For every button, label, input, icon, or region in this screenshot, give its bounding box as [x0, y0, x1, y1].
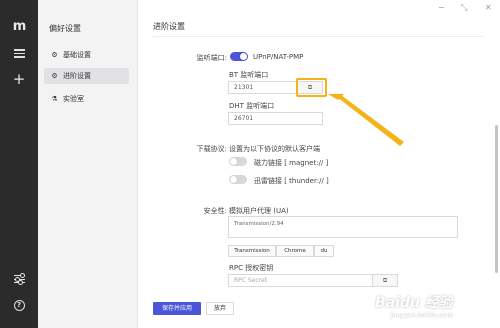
preferences-sidebar: 偏好设置 ⚙ 基础设置 ⚙ 进阶设置 ⚗ 实验室	[38, 0, 138, 328]
thunder-label: 迅雷链接 [ thunder:// ]	[254, 177, 329, 185]
app-rail: m + ?	[0, 0, 38, 328]
upnp-label: UPnP/NAT-PMP	[253, 53, 304, 61]
rpc-secret-input[interactable]: RPC Secret	[228, 274, 373, 287]
sidebar-title: 偏好设置	[49, 24, 81, 33]
sidebar-item-advanced[interactable]: ⚙ 进阶设置	[44, 68, 129, 84]
close-icon[interactable]: ✕	[485, 3, 492, 12]
dht-port-input[interactable]: 26701	[228, 112, 323, 125]
user-agent-textarea[interactable]: Transmission/2.94	[228, 216, 458, 238]
upnp-toggle[interactable]	[230, 52, 248, 61]
advanced-settings-panel: − ⤡ ✕ 进阶设置 监听端口: UPnP/NAT-PMP BT 监听端口 21…	[139, 0, 500, 328]
dht-port-label: DHT 监听端口	[229, 102, 275, 110]
flask-icon: ⚗	[51, 95, 58, 103]
save-apply-button[interactable]: 保存并应用	[153, 302, 201, 315]
protocol-label: 下载协议:	[196, 145, 227, 153]
discard-button[interactable]: 放弃	[206, 302, 234, 315]
app-logo: m	[12, 19, 27, 34]
help-icon[interactable]: ?	[0, 300, 38, 311]
listen-port-label: 监听端口:	[196, 54, 227, 62]
highlight-box	[296, 78, 327, 97]
sliders-icon: ⚙	[51, 72, 58, 80]
preferences-icon[interactable]	[0, 272, 38, 286]
minimize-icon[interactable]: −	[438, 3, 445, 12]
restore-icon[interactable]: ⤡	[461, 3, 467, 13]
ua-preset-transmission[interactable]: Transmission	[228, 245, 276, 257]
scrollbar[interactable]	[495, 125, 498, 273]
title-divider	[153, 36, 483, 37]
gear-icon: ⚙	[51, 51, 58, 59]
ua-preset-du[interactable]: du	[314, 245, 334, 257]
add-task-icon[interactable]: +	[0, 72, 38, 87]
arrow-annotation	[328, 94, 404, 146]
page-title: 进阶设置	[153, 22, 185, 31]
arrow-shaft	[337, 95, 404, 146]
security-label: 安全性:	[203, 207, 227, 215]
protocol-description: 设置为以下协议的默认客户端	[229, 145, 320, 153]
user-agent-label: 模拟用户代理 (UA)	[229, 207, 289, 215]
bt-port-label: BT 监听端口	[229, 71, 269, 79]
bt-port-input[interactable]: 21301	[228, 81, 298, 94]
generate-secret-icon[interactable]: ⧉	[373, 274, 398, 287]
sidebar-item-lab[interactable]: ⚗ 实验室	[44, 91, 129, 107]
thunder-toggle[interactable]	[229, 175, 247, 184]
sidebar-item-basic[interactable]: ⚙ 基础设置	[44, 47, 129, 63]
baidu-watermark: Baidu 经验 jingyan.baidu.com	[375, 295, 453, 319]
menu-icon[interactable]	[0, 47, 38, 58]
magnet-toggle[interactable]	[229, 157, 247, 166]
ua-preset-chrome[interactable]: Chrome	[276, 245, 314, 257]
rpc-secret-label: RPC 授权密钥	[229, 264, 274, 272]
magnet-label: 磁力链接 [ magnet:// ]	[254, 159, 329, 167]
